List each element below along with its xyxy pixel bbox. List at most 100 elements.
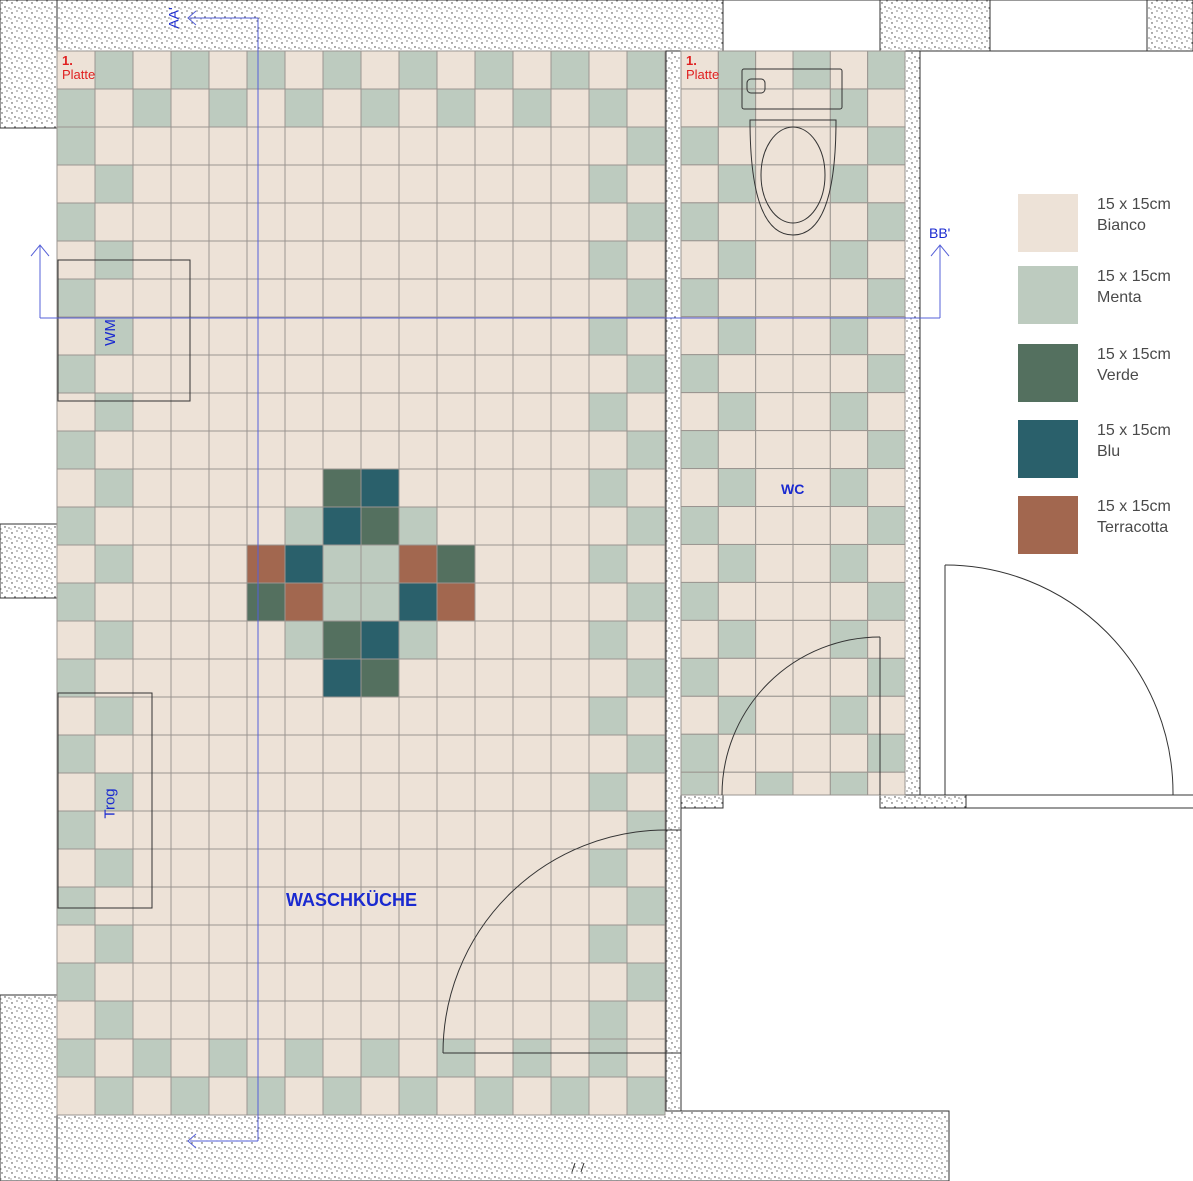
floor-tile [680,657,719,697]
floor-tile [56,202,96,242]
floor-tile [792,316,831,356]
floor-tile [132,658,172,698]
floor-tile [550,696,590,736]
floor-tile [360,392,400,432]
floor-tile [170,506,210,546]
floor-tile [360,506,400,546]
section-label-aa: AA' [165,7,182,29]
floor-tile [436,772,476,812]
floor-tile [208,126,248,166]
floor-tile [550,50,590,90]
floor-tile [322,810,362,850]
floor-tile [56,1076,96,1116]
floor-tile [246,316,286,356]
floor-tile [474,582,514,622]
floor-tile [322,392,362,432]
floor-tile [170,582,210,622]
floor-tile [680,543,719,583]
floor-tile [550,506,590,546]
floor-tile [284,278,324,318]
floor-tile [626,50,666,90]
floor-tile [208,430,248,470]
floor-tile [680,506,719,545]
floor-tile [246,240,286,280]
floor-tile [588,354,628,394]
floor-tile [588,810,628,850]
floor-tile [550,278,590,318]
floor-tile [360,88,400,128]
floor-tile [792,240,831,280]
floor-tile [208,886,248,926]
floor-tile [170,202,210,242]
floor-tile [132,1000,172,1040]
floor-tile [284,240,324,280]
floor-tile [94,1076,134,1116]
floor-tile [398,506,438,546]
floor-tile [360,810,400,850]
floor-tile [792,50,831,90]
floor-tile [588,696,628,736]
floor-tile [436,354,476,394]
floor-tile [436,886,476,926]
floor-tile [829,695,869,735]
floor-tile [829,354,869,394]
floor-tile [132,506,172,546]
floor-tile [755,88,794,128]
floor-tile [94,886,134,926]
floor-tile [170,50,210,90]
floor-tile [717,657,757,697]
floor-tile [56,696,96,736]
floor-tile [626,1038,666,1078]
floor-tile [867,202,906,242]
floor-tile [474,620,514,660]
floor-tile [588,506,628,546]
floor-tile [322,430,362,470]
floor-tile [322,848,362,888]
floor-tile [829,202,869,242]
floor-tile [550,924,590,964]
floor-tile [474,240,514,280]
floor-tile [284,50,324,90]
floor-tile [208,240,248,280]
legend-item-bianco: 15 x 15cm Bianco [1018,194,1193,254]
floor-tile [512,734,552,774]
floor-tile [867,506,906,545]
floor-tile [474,734,514,774]
floor-tile [792,506,831,545]
floor-tile [588,582,628,622]
floor-tile [208,1038,248,1078]
floor-tile [284,1076,324,1116]
floor-plan [0,0,1193,1181]
tile-start-note-wc: 1. Platte [686,54,719,82]
floor-tile [398,1038,438,1078]
floor-tile [588,88,628,128]
floor-tile [208,582,248,622]
floor-tile [436,240,476,280]
floor-tile [94,734,134,774]
floor-tile [94,848,134,888]
floor-tile [284,696,324,736]
floor-tile [588,1000,628,1040]
floor-tile [94,392,134,432]
floor-tile [474,202,514,242]
floor-tile [550,240,590,280]
tile-start-note-laundry: 1. Platte [62,54,95,82]
floor-tile [626,468,666,508]
floor-tile [550,126,590,166]
floor-tile [436,848,476,888]
floor-tile [132,164,172,204]
floor-tile [867,278,906,318]
floor-tile [284,658,324,698]
floor-tile [755,695,794,735]
floor-tile [360,772,400,812]
floor-tile [132,468,172,508]
legend-item-menta: 15 x 15cm Menta [1018,266,1193,326]
floor-tile [360,924,400,964]
floor-tile [474,1000,514,1040]
floor-tile [360,620,400,660]
floor-tile [755,581,794,621]
floor-tile [56,506,96,546]
floor-tile [792,88,831,128]
floor-tile [512,886,552,926]
legend-item-terracotta: 15 x 15cm Terracotta [1018,496,1193,556]
